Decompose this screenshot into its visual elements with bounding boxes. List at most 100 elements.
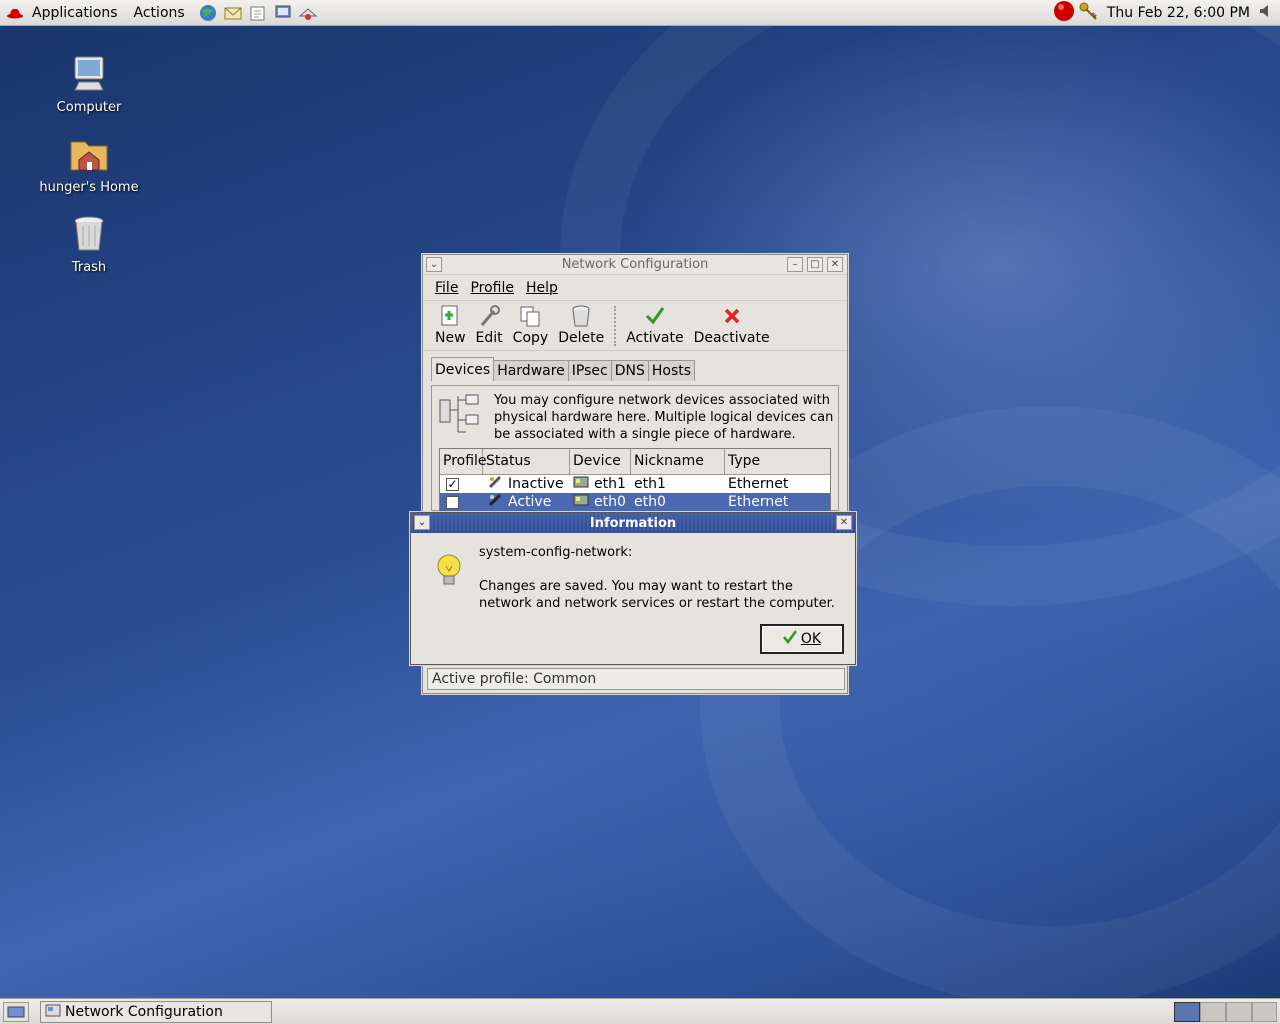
new-button[interactable]: New (435, 304, 466, 346)
table-header: Profile Status Device Nickname Type (440, 449, 830, 475)
row-device: eth0 (594, 494, 626, 510)
menubar: File Profile Help (423, 275, 847, 301)
row-status: Inactive (508, 476, 564, 492)
home-desktop-icon[interactable]: hunger's Home (34, 134, 144, 195)
active-plug-icon (488, 493, 502, 511)
col-nickname[interactable]: Nickname (631, 449, 725, 474)
nic-icon (573, 475, 589, 493)
toolbar-separator (614, 306, 618, 346)
clock[interactable]: Thu Feb 22, 6:00 PM (1099, 5, 1258, 21)
actions-menu[interactable]: Actions (126, 0, 193, 26)
computer-label: Computer (56, 100, 122, 115)
show-desktop-button[interactable] (3, 1002, 29, 1022)
profile-checkbox[interactable]: ✓ (446, 477, 459, 491)
computer-desktop-icon[interactable]: Computer (34, 54, 144, 115)
email-icon[interactable] (223, 4, 243, 22)
writer-icon[interactable] (248, 4, 268, 22)
keys-icon[interactable] (1077, 0, 1099, 26)
edit-button[interactable]: Edit (476, 304, 503, 346)
tab-devices[interactable]: Devices (431, 357, 495, 381)
delete-button[interactable]: Delete (558, 304, 604, 346)
close-button[interactable]: ✕ (827, 257, 843, 272)
top-panel: Applications Actions Thu Feb 22, 6:00 PM (0, 0, 1280, 26)
ok-label: OK (800, 631, 822, 647)
dialog-window-menu-button[interactable]: ⌄ (414, 515, 430, 530)
row-device: eth1 (594, 476, 626, 492)
ok-button[interactable]: OK (760, 624, 844, 654)
edit-icon (477, 304, 501, 328)
devices-description: You may configure network devices associ… (494, 393, 834, 442)
delete-label: Delete (558, 330, 605, 346)
web-browser-icon[interactable] (198, 4, 218, 22)
task-label: Network Configuration (65, 1004, 223, 1020)
row-nickname: eth0 (634, 494, 666, 510)
nic-icon (573, 493, 589, 511)
update-alert-icon[interactable] (1053, 0, 1075, 26)
information-titlebar[interactable]: ⌄ Information ✕ (411, 513, 855, 533)
dialog-heading: system-config-network: (479, 545, 633, 560)
new-label: New (435, 330, 466, 346)
redhat-logo-icon[interactable] (6, 7, 24, 19)
menu-help[interactable]: Help (520, 280, 564, 296)
row-type: Ethernet (728, 476, 789, 492)
tab-strip: Devices Hardware IPsec DNS Hosts (431, 357, 696, 381)
notification-area: Thu Feb 22, 6:00 PM (1053, 0, 1280, 26)
table-row[interactable]: Active eth0 eth0 Ethernet (440, 493, 830, 511)
row-status: Active (508, 494, 552, 510)
table-row[interactable]: ✓ Inactive eth1 eth1 Ethernet (440, 475, 830, 493)
copy-icon (518, 304, 542, 328)
trash-desktop-icon[interactable]: Trash (34, 214, 144, 275)
spreadsheet-icon[interactable] (298, 4, 318, 22)
toolbar: New Edit Copy Delete Activate Deactivate (423, 301, 847, 351)
menu-profile[interactable]: Profile (464, 280, 520, 296)
presentation-icon[interactable] (273, 4, 293, 22)
devices-tab-pane: You may configure network devices associ… (431, 385, 839, 512)
status-bar: Active profile: Common (427, 668, 845, 690)
profile-checkbox[interactable] (446, 495, 459, 509)
tab-ipsec[interactable]: IPsec (567, 360, 612, 381)
workspace-1[interactable] (1174, 1002, 1200, 1022)
home-folder-icon (69, 134, 109, 174)
workspace-2[interactable] (1200, 1002, 1226, 1022)
deactivate-button[interactable]: Deactivate (694, 304, 770, 346)
col-type[interactable]: Type (725, 449, 830, 474)
activate-label: Activate (626, 330, 684, 346)
delete-icon (569, 304, 593, 328)
dialog-message: Changes are saved. You may want to resta… (479, 579, 835, 611)
new-icon (438, 304, 462, 328)
activate-button[interactable]: Activate (626, 304, 684, 346)
ok-check-icon (782, 630, 797, 648)
devices-table: Profile Status Device Nickname Type ✓ In… (439, 448, 831, 512)
x-icon (720, 304, 744, 328)
checkmark-icon (643, 304, 667, 328)
tab-dns[interactable]: DNS (610, 360, 649, 381)
network-window-titlebar[interactable]: ⌄ Network Configuration – □ ✕ (423, 255, 847, 275)
row-nickname: eth1 (634, 476, 666, 492)
trash-label: Trash (71, 260, 107, 275)
inactive-plug-icon (488, 475, 502, 493)
bottom-panel: Network Configuration (0, 998, 1280, 1024)
workspace-4[interactable] (1252, 1002, 1277, 1022)
lightbulb-icon (435, 553, 463, 593)
menu-file[interactable]: File (429, 280, 464, 296)
window-menu-button[interactable]: ⌄ (426, 257, 442, 272)
network-devices-icon (438, 392, 482, 440)
tab-hosts[interactable]: Hosts (647, 360, 696, 381)
minimize-button[interactable]: – (787, 257, 803, 272)
information-dialog: ⌄ Information ✕ system-config-network: C… (410, 512, 856, 665)
dialog-close-button[interactable]: ✕ (836, 515, 852, 530)
task-network-configuration[interactable]: Network Configuration (40, 1001, 272, 1023)
home-label: hunger's Home (39, 180, 139, 195)
copy-button[interactable]: Copy (513, 304, 548, 346)
applications-menu[interactable]: Applications (24, 0, 126, 26)
edit-label: Edit (475, 330, 503, 346)
maximize-button[interactable]: □ (807, 257, 823, 272)
volume-icon[interactable] (1258, 2, 1272, 24)
tab-hardware[interactable]: Hardware (493, 360, 569, 381)
col-profile[interactable]: Profile (440, 449, 487, 474)
col-status[interactable]: Status (483, 449, 570, 474)
network-window-title: Network Configuration (561, 257, 709, 272)
workspace-3[interactable] (1226, 1002, 1252, 1022)
col-device[interactable]: Device (570, 449, 631, 474)
information-title: Information (589, 515, 677, 531)
